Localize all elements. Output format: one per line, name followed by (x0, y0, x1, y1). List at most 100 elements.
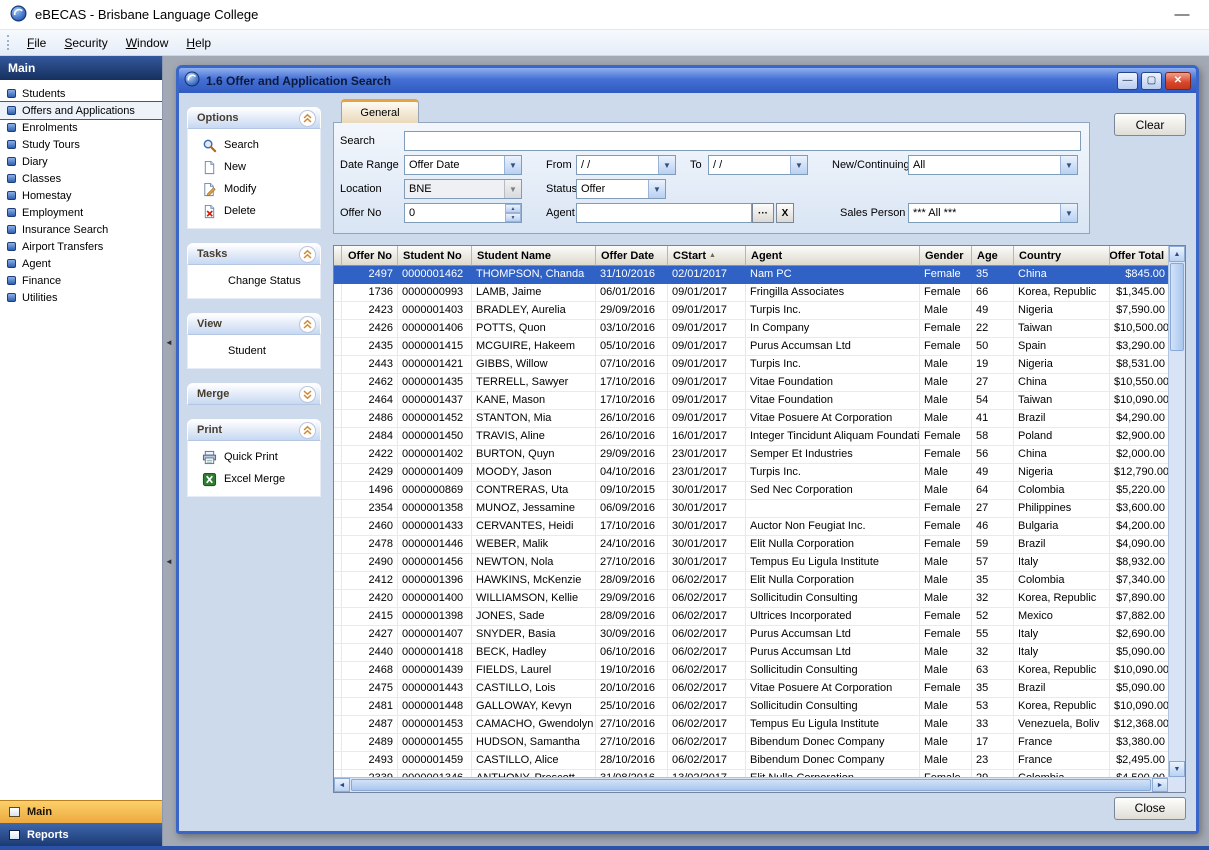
sidebar-item-study-tours[interactable]: Study Tours (0, 136, 162, 153)
table-row[interactable]: 24810000001448GALLOWAY, Kevyn25/10/20160… (334, 698, 1168, 716)
chevron-down-icon[interactable]: ▼ (504, 180, 521, 198)
scroll-left-icon[interactable]: ◄ (334, 778, 350, 792)
quick-print-button[interactable]: Quick Print (188, 446, 320, 468)
table-row[interactable]: 24890000001455HUDSON, Samantha27/10/2016… (334, 734, 1168, 752)
search-input[interactable] (404, 131, 1081, 151)
table-row[interactable]: 24600000001433CERVANTES, Heidi17/10/2016… (334, 518, 1168, 536)
agent-input[interactable] (576, 203, 752, 223)
table-row[interactable]: 24780000001446WEBER, Malik24/10/201630/0… (334, 536, 1168, 554)
sidebar-collapse-arrow-icon[interactable]: ◄ (165, 557, 173, 566)
chevron-down-icon[interactable]: ▼ (504, 156, 521, 174)
sidebar-item-utilities[interactable]: Utilities (0, 289, 162, 306)
table-row[interactable]: 24220000001402BURTON, Quyn29/09/201623/0… (334, 446, 1168, 464)
scroll-right-icon[interactable]: ► (1152, 778, 1168, 792)
column-header-offer-no[interactable]: Offer No (342, 246, 398, 266)
child-window-titlebar[interactable]: 1.6 Offer and Application Search — ▢ ✕ (179, 68, 1196, 93)
table-row[interactable]: 24270000001407SNYDER, Basia30/09/201606/… (334, 626, 1168, 644)
menu-help[interactable]: Help (177, 33, 220, 53)
sidebar-item-students[interactable]: Students (0, 85, 162, 102)
chevron-down-icon[interactable]: ▼ (1060, 204, 1077, 222)
scroll-down-icon[interactable]: ▼ (1169, 761, 1185, 777)
table-row[interactable]: 24620000001435TERRELL, Sawyer17/10/20160… (334, 374, 1168, 392)
table-row[interactable]: 24840000001450TRAVIS, Aline26/10/201616/… (334, 428, 1168, 446)
sidebar-item-classes[interactable]: Classes (0, 170, 162, 187)
table-row[interactable]: 24430000001421GIBBS, Willow07/10/201609/… (334, 356, 1168, 374)
excel-merge-button[interactable]: Excel Merge (188, 468, 320, 490)
change-status-button[interactable]: Change Status (188, 270, 320, 292)
delete-button[interactable]: Delete (188, 200, 320, 222)
panel-header-merge[interactable]: Merge (187, 383, 321, 405)
modify-button[interactable]: Modify (188, 178, 320, 200)
table-row[interactable]: 24680000001439FIELDS, Laurel19/10/201606… (334, 662, 1168, 680)
nav-tab-main[interactable]: Main (0, 800, 162, 823)
sidebar-item-insurance-search[interactable]: Insurance Search (0, 221, 162, 238)
horizontal-scrollbar[interactable]: ◄ ► (334, 777, 1168, 792)
table-row[interactable]: 24400000001418BECK, Hadley06/10/201606/0… (334, 644, 1168, 662)
new-button[interactable]: New (188, 156, 320, 178)
column-header-offer-total[interactable]: Offer Total (1110, 246, 1168, 266)
child-minimize-icon[interactable]: — (1117, 72, 1138, 90)
sidebar-item-finance[interactable]: Finance (0, 272, 162, 289)
horizontal-scrollbar-thumb[interactable] (351, 779, 1151, 791)
child-restore-icon[interactable]: ▢ (1141, 72, 1162, 90)
spin-down-icon[interactable]: ▼ (505, 213, 521, 222)
child-close-icon[interactable]: ✕ (1165, 72, 1191, 90)
table-row[interactable]: 24350000001415MCGUIRE, Hakeem05/10/20160… (334, 338, 1168, 356)
menu-file[interactable]: File (18, 33, 55, 53)
table-row[interactable]: 24750000001443CASTILLO, Lois20/10/201606… (334, 680, 1168, 698)
chevron-down-icon[interactable]: ▼ (790, 156, 807, 174)
chevron-up-icon[interactable] (299, 110, 316, 127)
sidebar-item-employment[interactable]: Employment (0, 204, 162, 221)
chevron-down-icon[interactable] (299, 386, 316, 403)
chevron-up-icon[interactable] (299, 246, 316, 263)
nav-tab-reports[interactable]: Reports (0, 823, 162, 846)
sales-person-select[interactable]: *** All *** ▼ (908, 203, 1078, 223)
column-header-student-no[interactable]: Student No (398, 246, 472, 266)
agent-browse-button[interactable]: ··· (752, 203, 774, 223)
sidebar-collapse-arrow-icon[interactable]: ◄ (165, 338, 173, 347)
menu-window[interactable]: Window (117, 33, 178, 53)
sidebar-item-agent[interactable]: Agent (0, 255, 162, 272)
column-header-offer-date[interactable]: Offer Date (596, 246, 668, 266)
chevron-up-icon[interactable] (299, 316, 316, 333)
close-button[interactable]: Close (1114, 797, 1186, 820)
column-header-gender[interactable]: Gender (920, 246, 972, 266)
new-continuing-select[interactable]: All ▼ (908, 155, 1078, 175)
student-button[interactable]: Student (188, 340, 320, 362)
sidebar-item-enrolments[interactable]: Enrolments (0, 119, 162, 136)
sidebar-item-diary[interactable]: Diary (0, 153, 162, 170)
spin-up-icon[interactable]: ▲ (505, 204, 521, 213)
table-row[interactable]: 24290000001409MOODY, Jason04/10/201623/0… (334, 464, 1168, 482)
chevron-down-icon[interactable]: ▼ (1060, 156, 1077, 174)
table-row[interactable]: 24640000001437KANE, Mason17/10/201609/01… (334, 392, 1168, 410)
table-row[interactable]: 24260000001406POTTS, Quon03/10/201609/01… (334, 320, 1168, 338)
chevron-up-icon[interactable] (299, 422, 316, 439)
table-row[interactable]: 14960000000869CONTRERAS, Uta09/10/201530… (334, 482, 1168, 500)
table-row[interactable]: 24870000001453CAMACHO, Gwendolyn27/10/20… (334, 716, 1168, 734)
agent-clear-button[interactable]: X (776, 203, 794, 223)
panel-header-tasks[interactable]: Tasks (187, 243, 321, 265)
panel-header-options[interactable]: Options (187, 107, 321, 129)
column-header-agent[interactable]: Agent (746, 246, 920, 266)
column-header-age[interactable]: Age (972, 246, 1014, 266)
search-button[interactable]: Search (188, 134, 320, 156)
panel-header-print[interactable]: Print (187, 419, 321, 441)
sidebar-item-offers-and-applications[interactable]: Offers and Applications (0, 102, 162, 119)
vertical-scrollbar[interactable]: ▲ ▼ (1168, 246, 1185, 777)
column-header-cstart[interactable]: CStart▲ (668, 246, 746, 266)
table-row[interactable]: 24120000001396HAWKINS, McKenzie28/09/201… (334, 572, 1168, 590)
column-header-country[interactable]: Country (1014, 246, 1110, 266)
chevron-down-icon[interactable]: ▼ (658, 156, 675, 174)
table-row[interactable]: 24970000001462THOMPSON, Chanda31/10/2016… (334, 266, 1168, 284)
offer-no-stepper[interactable]: 0 ▲ ▼ (404, 203, 522, 223)
chevron-down-icon[interactable]: ▼ (648, 180, 665, 198)
table-row[interactable]: 24230000001403BRADLEY, Aurelia29/09/2016… (334, 302, 1168, 320)
column-header-student-name[interactable]: Student Name (472, 246, 596, 266)
date-range-select[interactable]: Offer Date ▼ (404, 155, 522, 175)
table-row[interactable]: 24900000001456NEWTON, Nola27/10/201630/0… (334, 554, 1168, 572)
vertical-scrollbar-thumb[interactable] (1170, 263, 1184, 351)
table-row[interactable]: 23540000001358MUNOZ, Jessamine06/09/2016… (334, 500, 1168, 518)
table-row[interactable]: 24930000001459CASTILLO, Alice28/10/20160… (334, 752, 1168, 770)
status-select[interactable]: Offer ▼ (576, 179, 666, 199)
from-date-select[interactable]: / / ▼ (576, 155, 676, 175)
